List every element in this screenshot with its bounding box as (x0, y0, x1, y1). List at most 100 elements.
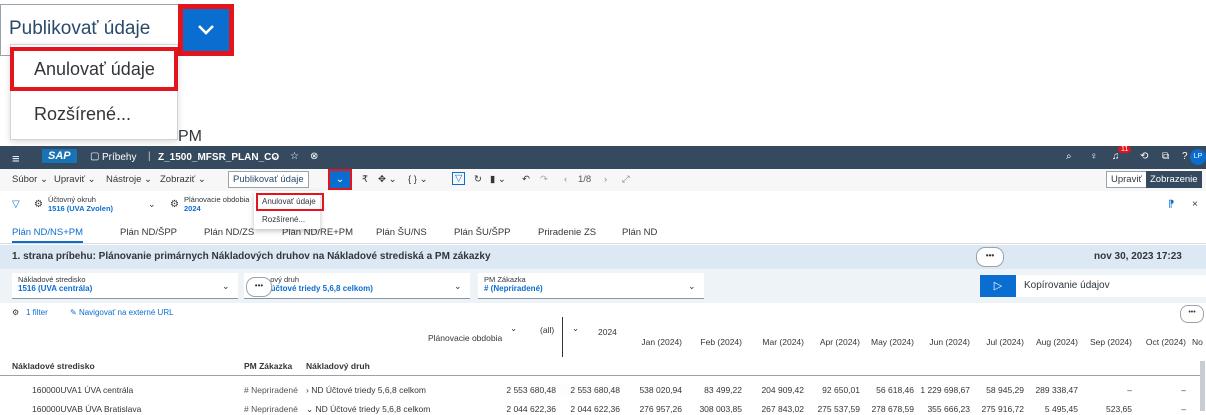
move-icon[interactable]: ✥ ⌄ (378, 174, 397, 185)
play-icon[interactable]: ▷ (980, 275, 1016, 297)
table-cell[interactable]: 2 044 622,36 (492, 404, 556, 414)
bell-icon[interactable]: ♫ (1112, 151, 1120, 162)
prev-page-icon[interactable]: ‹ (564, 174, 567, 185)
table-cell[interactable]: 267 843,02 (750, 404, 804, 414)
table-cell[interactable]: 2 553 680,48 (560, 385, 620, 395)
table-cell[interactable]: 5 495,45 (1024, 404, 1078, 414)
fullscreen-icon[interactable]: ⤢ (622, 174, 630, 185)
control-label: PM Zákazka (484, 275, 526, 284)
chevron-down-icon[interactable]: ⌄ (510, 323, 517, 334)
close-icon[interactable]: × (1192, 199, 1198, 210)
chevron-down-icon[interactable]: ⌄ (572, 323, 579, 334)
table-cell[interactable]: 92 650,01 (806, 385, 860, 395)
table-cell[interactable]: – (1078, 385, 1132, 395)
separator: | (148, 151, 151, 162)
publish-data-button[interactable]: Publikovať údaje (228, 171, 309, 188)
tab-plan-su-ns[interactable]: Plán ŠU/NS (376, 227, 427, 238)
table-cell[interactable]: 275 537,59 (806, 404, 860, 414)
undo-icon[interactable]: ↶ (522, 174, 530, 185)
table-cell[interactable]: 275 916,72 (970, 404, 1024, 414)
table-cell[interactable]: 308 003,85 (688, 404, 742, 414)
table-cell[interactable]: – (1132, 404, 1186, 414)
table-cell[interactable]: 58 945,29 (970, 385, 1024, 395)
month-header: Jun (2024) (929, 337, 970, 347)
table-cell[interactable]: 538 020,94 (625, 385, 682, 395)
copy-icon[interactable]: ⧉ (1162, 151, 1169, 162)
filter-planning-period[interactable]: Plánovacie obdobia 2024 (184, 195, 249, 213)
menu-item-advanced-zoomed[interactable]: Rozšírené... (34, 104, 131, 125)
tab-plan-su-spp[interactable]: Plán ŠU/ŠPP (454, 227, 511, 238)
hamburger-menu-icon[interactable]: ≡ (12, 151, 20, 166)
table-cell[interactable]: 56 618,46 (860, 385, 914, 395)
more-options-icon[interactable]: ••• (976, 247, 1004, 267)
avatar[interactable]: LP (1190, 149, 1206, 165)
menu-tools[interactable]: Nástroje ⌄ (106, 174, 152, 185)
publish-dropdown-toggle-zoomed[interactable] (178, 4, 234, 56)
menu-edit[interactable]: Upraviť ⌄ (54, 174, 96, 185)
next-page-icon[interactable]: › (604, 174, 607, 185)
refresh-icon[interactable]: ↻ (474, 174, 482, 185)
filter-funnel-icon[interactable]: ▽ (12, 199, 20, 210)
control-value: 1516 (UVA centrála) (18, 284, 93, 293)
feedback-icon[interactable]: ⟲ (1140, 151, 1148, 162)
table-cell[interactable]: – (1132, 385, 1186, 395)
stories-link[interactable]: Príbehy (102, 152, 136, 163)
menu-file[interactable]: Súbor ⌄ (12, 174, 48, 185)
table-cell[interactable]: 2 044 622,36 (560, 404, 620, 414)
lightbulb-icon[interactable]: ♀ (1090, 151, 1098, 162)
chevron-down-icon[interactable]: ⌄ (454, 281, 462, 292)
dimension-icon: ⚙ (34, 199, 43, 210)
menu-item-revert-data[interactable]: Anulovať údaje (256, 193, 324, 211)
filter-company-code[interactable]: Účtovný okruh 1516 (UVA Zvolen) (48, 195, 113, 213)
tab-assignment-zs[interactable]: Priradenie ZS (538, 227, 596, 238)
tab-plan-nd-spp[interactable]: Plán ND/ŠPP (120, 227, 177, 238)
table-cell[interactable]: 83 499,22 (688, 385, 742, 395)
edit-mode-button[interactable]: Upraviť (1106, 171, 1148, 188)
table-row-type[interactable]: › ND Účtové triedy 5,6,8 celkom (306, 385, 426, 395)
help-icon[interactable]: ? (1182, 151, 1188, 162)
table-cell[interactable]: 523,65 (1078, 404, 1132, 414)
chart-settings-icon[interactable]: ⁋ (1168, 199, 1174, 210)
tab-plan-nd-ns-pm[interactable]: Plán ND/NS+PM (12, 227, 84, 243)
column-header-cost-type: Nákladový druh (306, 361, 370, 371)
control-cost-center[interactable]: Nákladové stredisko 1516 (UVA centrála) … (12, 273, 238, 299)
table-cell[interactable]: 355 666,23 (908, 404, 970, 414)
external-url-link[interactable]: ✎ Navigovať na externé URL (70, 308, 174, 317)
more-options-icon[interactable]: ••• (246, 277, 272, 297)
more-options-icon[interactable]: ••• (1180, 305, 1204, 323)
variables-icon[interactable]: { } ⌄ (408, 174, 428, 185)
tab-plan-nd-zs[interactable]: Plán ND/ZS (204, 227, 254, 238)
chevron-down-icon[interactable]: ⌄ (148, 199, 156, 210)
search-icon[interactable]: ⌕ (1066, 151, 1072, 162)
view-mode-button[interactable]: Zobrazenie (1146, 171, 1202, 188)
filter-icon[interactable]: ▽ (452, 172, 466, 185)
publish-dropdown-toggle[interactable]: ⌄ (328, 169, 352, 190)
table-cell[interactable]: 1 229 698,67 (908, 385, 970, 395)
table-cell[interactable]: 278 678,59 (860, 404, 914, 414)
table-cell[interactable]: 276 957,26 (625, 404, 682, 414)
vertical-scrollbar[interactable] (1200, 361, 1205, 411)
chevron-down-icon[interactable]: ⌄ (688, 281, 696, 292)
control-pm-order[interactable]: PM Zákazka # (Nepriradené) ⌄ (478, 273, 704, 299)
star-icon[interactable]: ☆ (290, 151, 299, 162)
table-cell[interactable]: 2 553 680,48 (492, 385, 556, 395)
menu-view[interactable]: Zobraziť ⌄ (160, 174, 206, 185)
chevron-down-icon[interactable]: ⌄ (270, 151, 278, 162)
filter-count-link[interactable]: 1 filter (26, 308, 48, 317)
table-cell[interactable]: 204 909,42 (750, 385, 804, 395)
share-icon[interactable]: ⊗ (310, 151, 318, 162)
redo-icon[interactable]: ↷ (540, 174, 548, 185)
chevron-down-icon[interactable]: ⌄ (222, 281, 230, 292)
divider (562, 317, 563, 357)
chevron-down-icon (183, 9, 229, 51)
format-icon[interactable]: ₹ (362, 174, 368, 185)
table-row-type[interactable]: ⌄ ND Účtové triedy 5,6,8 celkom (306, 404, 430, 415)
copy-data-button[interactable]: Kopírovanie údajov (1016, 275, 1206, 297)
bookmark-icon[interactable]: ▮ ⌄ (490, 174, 506, 185)
menu-item-revert-data-zoomed[interactable]: Anulovať údaje (10, 47, 178, 91)
menu-item-advanced[interactable]: Rozšírené... (262, 215, 305, 224)
tab-plan-nd[interactable]: Plán ND (622, 227, 657, 238)
period-dimension-label: Plánovacie obdobia (428, 333, 503, 343)
control-cost-type[interactable]: ...ový druh ...účtové triedy 5,6,8 celko… (244, 273, 470, 299)
table-cell[interactable]: 289 338,47 (1024, 385, 1078, 395)
